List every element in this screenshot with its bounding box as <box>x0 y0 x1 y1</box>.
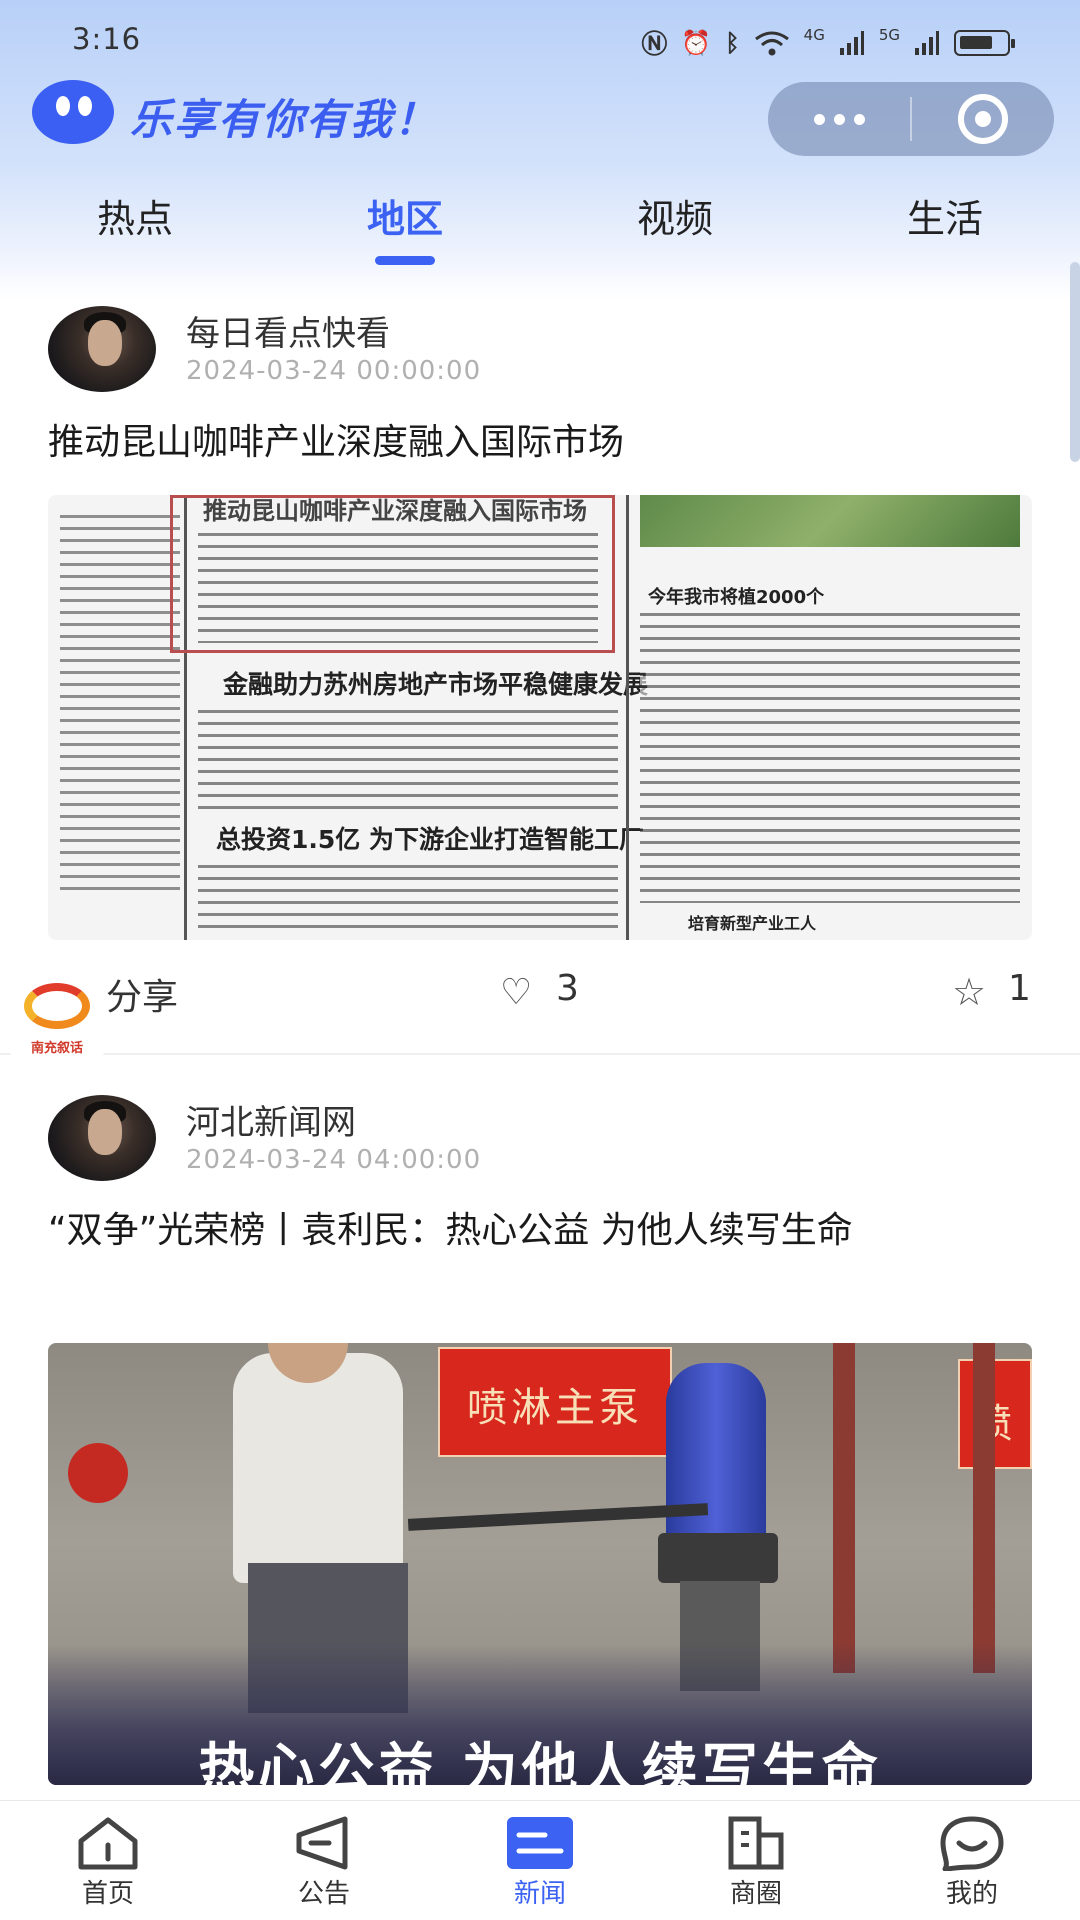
post-date: 2024-03-24 00:00:00 <box>186 356 482 386</box>
status-icons: Ⓝ ⏰ ᛒ 4G 5G <box>641 24 1015 61</box>
more-dot-icon <box>833 113 845 125</box>
card-divider <box>0 1053 1080 1055</box>
nfc-icon: Ⓝ <box>641 30 668 60</box>
avatar[interactable] <box>48 306 156 392</box>
newspaper-headline-2: 总投资1.5亿 为下游企业打造智能工厂 <box>216 825 644 854</box>
tabbar-label: 首页 <box>81 1879 134 1909</box>
tabbar-announcement[interactable]: 公告 <box>264 1815 384 1910</box>
tabbar-label: 公告 <box>297 1879 350 1909</box>
post-date: 2024-03-24 04:00:00 <box>186 1145 482 1175</box>
newspaper-side-footer: 培育新型产业工人 <box>688 914 817 933</box>
news-headline[interactable]: “双争”光荣榜丨袁利民：热心公益 为他人续写生命 <box>48 1200 1038 1262</box>
scrollbar[interactable] <box>1070 262 1080 462</box>
newspaper-headline-1: 金融助力苏州房地产市场平稳健康发展 <box>223 670 649 699</box>
heart-icon[interactable]: ♡ <box>500 972 532 1013</box>
signal-bars-icon-2 <box>915 30 939 55</box>
tabbar-home[interactable]: 首页 <box>48 1815 168 1910</box>
avatar[interactable] <box>48 1095 156 1181</box>
author-name[interactable]: 河北新闻网 <box>186 1095 356 1144</box>
newspaper-side-headline: 今年我市将植2000个 <box>648 587 825 608</box>
tabbar-business[interactable]: 商圈 <box>696 1815 816 1910</box>
tab-region[interactable]: 地区 <box>305 188 505 243</box>
sign-text: 喷淋主泵 <box>467 1385 643 1431</box>
author-name[interactable]: 每日看点快看 <box>186 306 390 355</box>
share-button[interactable]: 分享 <box>106 968 178 1020</box>
more-button[interactable] <box>768 82 910 156</box>
tabbar-label: 商圈 <box>729 1879 782 1909</box>
status-bar: 3:16 Ⓝ ⏰ ᛒ 4G 5G <box>0 0 1080 80</box>
category-tabs: 热点 地区 视频 生活 <box>0 180 1080 270</box>
tabbar-news[interactable]: 新闻 <box>480 1815 600 1910</box>
app-title: 乐享有你有我！ <box>130 95 439 144</box>
sign-board-partial: 喷 <box>958 1359 1032 1469</box>
swirl-logo-icon <box>24 983 90 1029</box>
image-caption: 热心公益 为他人续写生命 <box>198 1738 882 1785</box>
alarm-icon: ⏰ <box>681 28 712 57</box>
tab-video[interactable]: 视频 <box>575 188 775 243</box>
tabbar-label: 我的 <box>945 1879 998 1909</box>
floating-badge-caption: 南充叙话 <box>30 1041 83 1056</box>
like-count: 3 <box>556 968 579 1009</box>
tab-life[interactable]: 生活 <box>845 188 1045 243</box>
tabbar-label: 新闻 <box>513 1879 566 1909</box>
signal-bars-icon <box>839 30 864 55</box>
signal-5g-icon: 5G <box>878 25 900 44</box>
sign-board: 喷淋主泵 <box>438 1347 672 1457</box>
tab-hot[interactable]: 热点 <box>35 188 235 243</box>
active-tab-indicator <box>375 256 435 265</box>
business-icon <box>721 1815 791 1871</box>
star-icon[interactable]: ☆ <box>952 970 986 1014</box>
news-headline[interactable]: 推动昆山咖啡产业深度融入国际市场 <box>48 412 1038 474</box>
news-icon <box>505 1815 575 1871</box>
profile-icon <box>937 1815 1007 1872</box>
tabbar-profile[interactable]: 我的 <box>912 1815 1032 1910</box>
bottom-tabbar: 首页 公告 新闻 商圈 我的 <box>0 1800 1080 1920</box>
card-actions: 分享 ♡ 3 ☆ 1 <box>0 960 1080 1040</box>
person <box>233 1353 403 1583</box>
newspaper-banner: 推动昆山咖啡产业深度融入国际市场 <box>203 497 587 525</box>
more-dot-icon <box>813 113 825 125</box>
wifi-icon <box>754 31 789 55</box>
app-logo <box>32 80 114 144</box>
target-icon <box>958 94 1008 144</box>
more-dot-icon <box>853 113 865 125</box>
home-icon <box>73 1815 143 1871</box>
close-button[interactable] <box>912 82 1054 156</box>
announcement-icon <box>289 1815 359 1871</box>
miniprogram-capsule <box>768 82 1054 156</box>
status-time: 3:16 <box>72 22 142 56</box>
signal-4g-icon: 4G <box>803 25 825 44</box>
favorite-count: 1 <box>1008 968 1031 1009</box>
news-image[interactable]: 推动昆山咖啡产业深度融入国际市场 金融助力苏州房地产市场平稳健康发展 总投资1.… <box>48 495 1032 940</box>
battery-icon <box>954 29 1015 56</box>
bluetooth-icon: ᛒ <box>725 28 740 57</box>
news-image[interactable]: 喷淋主泵 喷 热心公益 为他人续写生命 <box>48 1343 1032 1785</box>
floating-badge[interactable]: 南充叙话 <box>10 975 104 1061</box>
